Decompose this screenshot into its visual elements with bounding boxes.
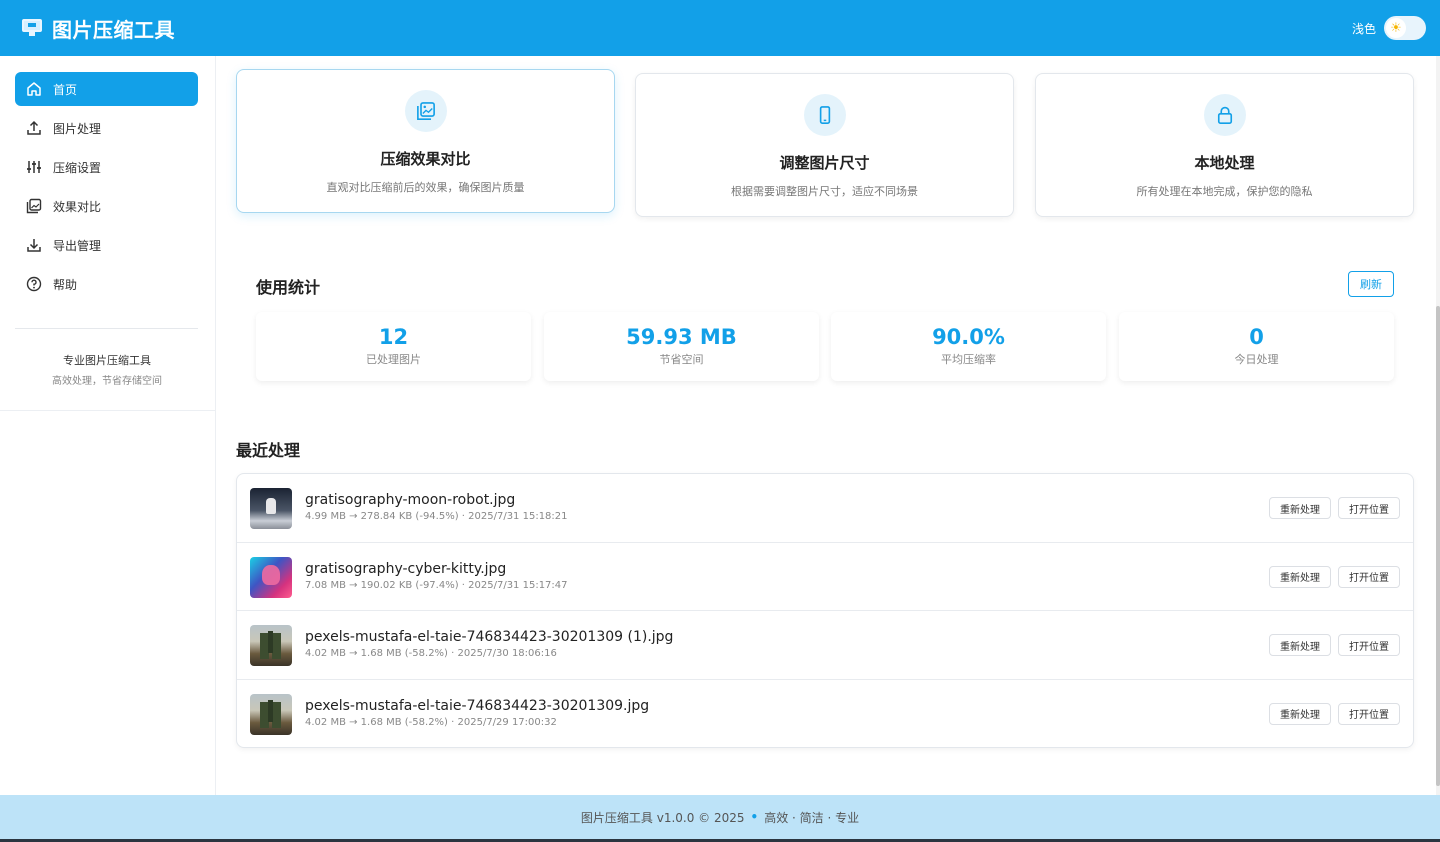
sidebar-brand: 专业图片压缩工具 高效处理，节省存储空间 xyxy=(0,352,214,387)
thumbnail-image xyxy=(250,625,292,666)
sidebar-brand-title: 专业图片压缩工具 xyxy=(63,354,151,367)
sidebar-section-border xyxy=(0,410,215,411)
refresh-button[interactable]: 刷新 xyxy=(1348,271,1394,297)
lock-icon xyxy=(1203,94,1246,136)
image-compare-icon xyxy=(404,90,447,132)
stat-value: 90.0% xyxy=(932,325,1005,349)
reprocess-button[interactable]: 重新处理 xyxy=(1269,565,1331,588)
sidebar: 首页 图片处理 压缩设置 效果对比 导出管理 帮助 专业图片压缩工具 高效处理，… xyxy=(0,56,216,795)
stat-card-saved: 59.93 MB 节省空间 xyxy=(544,312,819,381)
monitor-logo-icon xyxy=(22,19,42,37)
feature-card-local[interactable]: 本地处理 所有处理在本地完成，保护您的隐私 xyxy=(1035,73,1414,217)
thumbnail-image xyxy=(250,488,292,529)
sidebar-item-label: 图片处理 xyxy=(53,121,102,136)
recent-title: 最近处理 xyxy=(236,441,301,460)
phone-icon xyxy=(803,94,846,136)
home-icon xyxy=(25,80,43,98)
feature-desc: 直观对比压缩前后的效果，确保图片质量 xyxy=(326,181,525,194)
theme-toggle[interactable]: ☀ xyxy=(1384,16,1426,40)
sidebar-item-compression-settings[interactable]: 压缩设置 xyxy=(15,150,198,184)
theme-switch-area: 浅色 ☀ xyxy=(1352,16,1426,40)
stat-label: 今日处理 xyxy=(1234,353,1279,366)
stat-card-avg-rate: 90.0% 平均压缩率 xyxy=(831,312,1106,381)
sidebar-nav: 首页 图片处理 压缩设置 效果对比 导出管理 帮助 xyxy=(15,72,198,306)
file-name: gratisography-moon-robot.jpg xyxy=(305,492,516,508)
sidebar-brand-subtitle: 高效处理，节省存储空间 xyxy=(52,376,162,387)
open-location-button[interactable]: 打开位置 xyxy=(1338,497,1400,519)
sidebar-item-export-management[interactable]: 导出管理 xyxy=(15,228,198,262)
recent-list: gratisography-moon-robot.jpg 4.99 MB → 2… xyxy=(236,473,1414,748)
open-location-button[interactable]: 打开位置 xyxy=(1338,634,1400,656)
main-scrollbar[interactable] xyxy=(1436,56,1440,795)
reprocess-button[interactable]: 重新处理 xyxy=(1269,497,1331,519)
scrollbar-thumb[interactable] xyxy=(1436,306,1440,786)
sun-icon: ☀ xyxy=(1386,18,1406,38)
file-name: gratisography-cyber-kitty.jpg xyxy=(305,560,507,577)
list-item: gratisography-moon-robot.jpg 4.99 MB → 2… xyxy=(237,474,1413,543)
feature-title: 调整图片尺寸 xyxy=(779,154,870,172)
file-meta: 4.02 MB → 1.68 MB (-58.2%) · 2025/7/30 1… xyxy=(305,648,557,659)
footer: 图片压缩工具 v1.0.0 © 2025 • 高效 · 简洁 · 专业 xyxy=(0,795,1440,839)
help-circle-icon xyxy=(25,275,43,293)
sidebar-item-label: 首页 xyxy=(53,82,78,97)
sidebar-item-home[interactable]: 首页 xyxy=(15,72,198,106)
thumbnail-image xyxy=(250,556,292,598)
sidebar-item-label: 效果对比 xyxy=(53,199,102,214)
sidebar-divider xyxy=(15,328,198,329)
sidebar-item-effect-compare[interactable]: 效果对比 xyxy=(15,189,198,223)
download-icon xyxy=(25,236,43,254)
feature-card-compare[interactable]: 压缩效果对比 直观对比压缩前后的效果，确保图片质量 xyxy=(236,69,615,213)
list-item: pexels-mustafa-el-taie-746834423-3020130… xyxy=(237,680,1413,748)
stats-panel: 12 已处理图片 59.93 MB 节省空间 90.0% 平均压缩率 0 今日处… xyxy=(256,312,1394,382)
feature-title: 压缩效果对比 xyxy=(380,150,471,168)
file-meta: 4.99 MB → 278.84 KB (-94.5%) · 2025/7/31… xyxy=(305,511,568,522)
file-meta: 7.08 MB → 190.02 KB (-97.4%) · 2025/7/31… xyxy=(305,579,568,591)
app-header: 图片压缩工具 浅色 ☀ xyxy=(0,0,1440,56)
file-meta: 4.02 MB → 1.68 MB (-58.2%) · 2025/7/29 1… xyxy=(305,716,557,728)
stat-value: 12 xyxy=(378,325,409,349)
file-name: pexels-mustafa-el-taie-746834423-3020130… xyxy=(305,629,674,645)
sliders-icon xyxy=(25,158,43,176)
reprocess-button[interactable]: 重新处理 xyxy=(1269,702,1331,725)
stat-label: 节省空间 xyxy=(659,353,704,366)
image-compare-icon xyxy=(25,197,43,215)
upload-icon xyxy=(25,119,43,137)
sidebar-item-label: 压缩设置 xyxy=(53,160,102,175)
thumbnail-image xyxy=(250,693,292,735)
reprocess-button[interactable]: 重新处理 xyxy=(1269,634,1331,656)
feature-card-resize[interactable]: 调整图片尺寸 根据需要调整图片尺寸，适应不同场景 xyxy=(635,73,1014,217)
sidebar-item-image-processing[interactable]: 图片处理 xyxy=(15,111,198,145)
stat-label: 已处理图片 xyxy=(366,353,421,366)
list-item: gratisography-cyber-kitty.jpg 7.08 MB → … xyxy=(237,543,1413,611)
stat-value: 0 xyxy=(1249,325,1264,349)
footer-tagline: 高效 · 简洁 · 专业 xyxy=(764,810,860,825)
open-location-button[interactable]: 打开位置 xyxy=(1338,565,1400,588)
stats-title: 使用统计 xyxy=(256,278,321,297)
open-location-button[interactable]: 打开位置 xyxy=(1338,702,1400,725)
sidebar-item-label: 帮助 xyxy=(53,277,78,292)
theme-label: 浅色 xyxy=(1351,21,1376,36)
stat-card-processed: 12 已处理图片 xyxy=(256,312,531,381)
sidebar-item-help[interactable]: 帮助 xyxy=(15,267,198,301)
bullet-dot-icon: • xyxy=(750,810,759,824)
feature-cards: 压缩效果对比 直观对比压缩前后的效果，确保图片质量 调整图片尺寸 根据需要调整图… xyxy=(236,69,1414,217)
stat-label: 平均压缩率 xyxy=(941,353,996,366)
footer-version: 图片压缩工具 v1.0.0 © 2025 xyxy=(580,810,745,825)
feature-desc: 根据需要调整图片尺寸，适应不同场景 xyxy=(731,185,918,198)
feature-desc: 所有处理在本地完成，保护您的隐私 xyxy=(1136,185,1313,198)
sidebar-item-label: 导出管理 xyxy=(53,238,102,253)
stat-value: 59.93 MB xyxy=(626,325,737,349)
stat-card-today: 0 今日处理 xyxy=(1119,312,1394,381)
app-title: 图片压缩工具 xyxy=(52,17,175,42)
feature-title: 本地处理 xyxy=(1194,154,1255,172)
list-item: pexels-mustafa-el-taie-746834423-3020130… xyxy=(237,611,1413,680)
file-name: pexels-mustafa-el-taie-746834423-3020130… xyxy=(305,697,650,714)
